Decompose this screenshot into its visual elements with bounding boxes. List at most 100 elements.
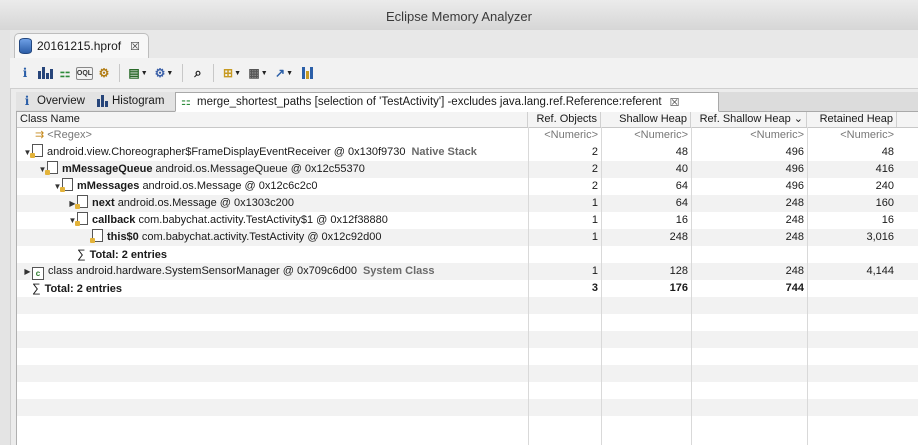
object-icon — [75, 212, 88, 226]
retained-heap-filter[interactable]: <Numeric> — [807, 127, 897, 144]
tab-merge-shortest-paths[interactable]: ⚏ merge_shortest_paths [selection of 'Te… — [175, 92, 719, 112]
results-table: Class Name Ref. Objects Shallow Heap Ref… — [16, 112, 918, 445]
field-name: next — [92, 197, 115, 209]
class-name-cell[interactable]: ▼ mMessageQueue android.os.MessageQueue @… — [17, 161, 528, 178]
column-shallow-heap[interactable]: Shallow Heap — [601, 112, 691, 127]
filter-row[interactable]: ⇉ <Regex> <Numeric> <Numeric> <Numeric> <… — [17, 127, 918, 144]
field-name: this$0 — [107, 231, 139, 243]
export-icon[interactable]: ↗ ▼ — [272, 64, 296, 82]
table-row[interactable]: this$0 com.babychat.activity.TestActivit… — [17, 229, 918, 246]
table-row[interactable]: ▶ next android.os.Message @ 0x1303c200 1 64… — [17, 195, 918, 212]
group-by-icon[interactable]: ⊞ ▼ — [220, 64, 244, 82]
field-name: mMessages — [77, 180, 140, 192]
class-name-cell[interactable]: ▶ c class android.hardware.SystemSensorMan… — [17, 263, 528, 280]
object-icon — [75, 195, 88, 209]
object-label: android.view.Choreographer$FrameDisplayE… — [47, 146, 406, 158]
ref-shallow-heap-filter[interactable]: <Numeric> — [691, 127, 807, 144]
class-name-cell[interactable]: ▶ next android.os.Message @ 0x1303c200 — [17, 195, 528, 212]
object-icon — [30, 144, 43, 158]
ref-objects-cell: 3 — [591, 282, 598, 294]
column-retained-heap[interactable]: Retained Heap — [807, 112, 897, 127]
shallow-heap-cell: 128 — [669, 265, 688, 277]
calculate-retained-icon[interactable]: ▦ ▼ — [246, 64, 270, 82]
regex-filter[interactable]: ⇉ <Regex> — [17, 127, 528, 144]
shallow-heap-cell: 16 — [675, 214, 688, 226]
heap-dump-overview-icon[interactable]: ⚙ — [95, 64, 113, 82]
tab-label: Histogram — [112, 95, 165, 107]
editor-tab-bar: 20161215.hprof ☒ — [10, 30, 918, 59]
expand-icon[interactable]: ▶ — [23, 263, 32, 280]
shallow-heap-filter[interactable]: <Numeric> — [601, 127, 691, 144]
close-icon[interactable]: ☒ — [130, 40, 140, 53]
shallow-heap-cell: 40 — [675, 163, 688, 175]
retained-heap-cell: 3,016 — [866, 231, 894, 243]
object-label: android.os.MessageQueue @ 0x12c55370 — [155, 163, 365, 175]
object-label: com.babychat.activity.TestActivity @ 0x1… — [141, 231, 382, 243]
class-name-cell[interactable]: ∑ Total: 2 entries — [17, 246, 528, 263]
file-tab[interactable]: 20161215.hprof ☒ — [14, 33, 149, 58]
table-row[interactable]: ▼ android.view.Choreographer$FrameDisplay… — [17, 144, 918, 161]
ref-objects-cell: 1 — [591, 265, 598, 277]
dominator-tree-icon[interactable]: ⚏ — [56, 64, 74, 82]
column-ref-shallow-heap[interactable]: Ref. Shallow Heap ⌄ — [691, 112, 807, 127]
empty-row — [17, 331, 918, 348]
ref-shallow-heap-cell: 248 — [785, 231, 804, 243]
ref-shallow-heap-cell: 496 — [785, 163, 804, 175]
class-name-cell[interactable]: this$0 com.babychat.activity.TestActivit… — [17, 229, 528, 246]
search-icon[interactable]: ⌕ — [189, 64, 207, 82]
object-label: class android.hardware.SystemSensorManag… — [48, 265, 357, 277]
class-name-cell[interactable]: ▼ mMessages android.os.Message @ 0x12c6c2… — [17, 178, 528, 195]
window-title: Eclipse Memory Analyzer — [0, 0, 918, 31]
ref-objects-cell — [528, 246, 601, 263]
ref-objects-cell: 1 — [591, 197, 598, 209]
table-row[interactable]: ▶ c class android.hardware.SystemSensorMan… — [17, 263, 918, 280]
histogram-icon[interactable] — [36, 64, 54, 82]
ref-objects-filter[interactable]: <Numeric> — [528, 127, 601, 144]
field-name: mMessageQueue — [62, 163, 153, 175]
column-class-name[interactable]: Class Name — [17, 112, 528, 127]
toolbar-separator — [182, 64, 183, 82]
ref-shallow-heap-cell: 248 — [785, 265, 804, 277]
ref-shallow-heap-cell: 248 — [785, 197, 804, 209]
class-name-cell[interactable]: ▼ android.view.Choreographer$FrameDisplay… — [17, 144, 528, 161]
histogram-icon — [97, 95, 108, 107]
object-icon — [90, 229, 103, 243]
run-report-icon[interactable]: ▤ ▼ — [126, 64, 150, 82]
oql-icon[interactable]: OQL — [76, 66, 93, 80]
table-row[interactable]: ▼ mMessages android.os.Message @ 0x12c6c2… — [17, 178, 918, 195]
column-divider — [807, 127, 808, 445]
compare-icon[interactable] — [298, 64, 316, 82]
retained-heap-cell — [807, 246, 897, 263]
retained-heap-cell: 48 — [881, 146, 894, 158]
sum-icon: ∑ — [32, 281, 41, 295]
shallow-heap-cell: 176 — [669, 282, 688, 294]
class-name-cell[interactable]: ▼ callback com.babychat.activity.TestActi… — [17, 212, 528, 229]
tab-overview[interactable]: i Overview — [16, 92, 102, 110]
object-label: android.os.Message @ 0x12c6c2c0 — [142, 180, 318, 192]
ref-shallow-heap-cell: 496 — [785, 180, 804, 192]
object-icon — [45, 161, 58, 175]
tab-histogram[interactable]: Histogram — [92, 92, 185, 110]
toolbar-separator — [213, 64, 214, 82]
sort-descending-icon: ⌄ — [793, 113, 803, 125]
retained-heap-cell: 416 — [875, 163, 894, 175]
column-label: Ref. Shallow Heap — [699, 113, 791, 125]
column-ref-objects[interactable]: Ref. Objects — [528, 112, 601, 127]
query-browser-icon[interactable]: ⚙ ▼ — [152, 64, 176, 82]
retained-heap-cell: 16 — [881, 214, 894, 226]
table-row[interactable]: ▼ callback com.babychat.activity.TestActi… — [17, 212, 918, 229]
table-row[interactable]: ▼ mMessageQueue android.os.MessageQueue @… — [17, 161, 918, 178]
info-icon[interactable]: i — [16, 64, 34, 82]
shallow-heap-cell: 48 — [675, 146, 688, 158]
tab-label: Overview — [37, 95, 85, 107]
close-icon[interactable]: ☒ — [670, 96, 680, 109]
table-row[interactable]: ∑ Total: 2 entries — [17, 246, 918, 263]
table-row[interactable]: ∑ Total: 2 entries 3 176 744 — [17, 280, 918, 297]
toolbar: i ⚏ OQL ⚙ ▤ ▼ ⚙ ▼ ⌕ ⊞ ▼ ▦ ▼ ↗ ▼ — [10, 58, 918, 89]
empty-row — [17, 314, 918, 331]
column-divider — [601, 127, 602, 445]
class-name-cell[interactable]: ∑ Total: 2 entries — [17, 280, 528, 297]
object-label: android.os.Message @ 0x1303c200 — [117, 197, 294, 209]
ref-shallow-heap-cell: 744 — [785, 282, 804, 294]
file-tab-label: 20161215.hprof — [37, 39, 122, 53]
